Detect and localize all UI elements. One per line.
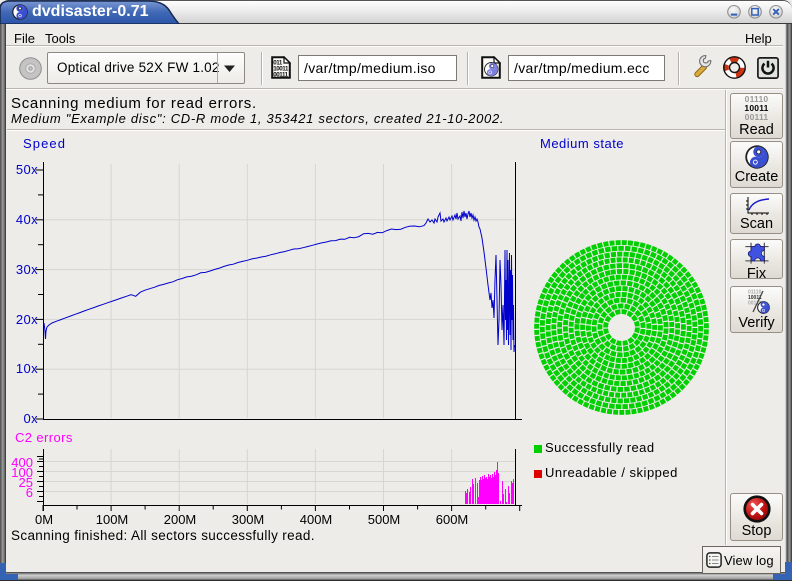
svg-text:00111: 00111: [273, 72, 288, 79]
